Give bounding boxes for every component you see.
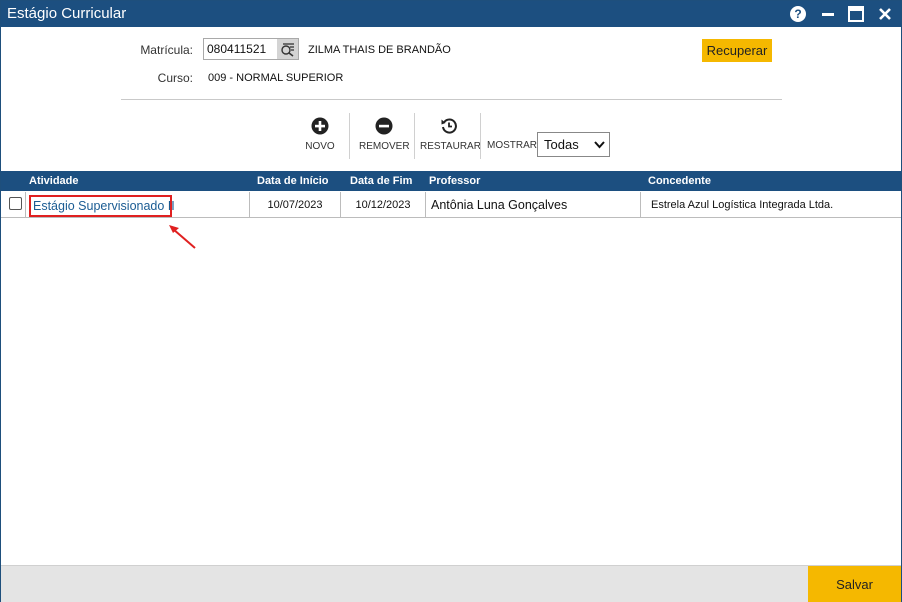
mostrar-value: Todas — [544, 137, 579, 152]
restore-icon — [441, 118, 457, 134]
matricula-field — [203, 38, 299, 60]
concedente-cell: Estrela Azul Logística Integrada Ltda. — [651, 198, 834, 211]
matricula-label: Matrícula: — [140, 43, 193, 57]
maximize-icon[interactable] — [845, 4, 867, 24]
restaurar-button[interactable]: RESTAURAR — [420, 115, 481, 155]
help-symbol: ? — [790, 6, 806, 22]
titlebar: Estágio Curricular ? — [1, 1, 901, 27]
remover-label: REMOVER — [359, 141, 410, 152]
column-concedente[interactable]: Concedente — [648, 175, 711, 187]
window: Estágio Curricular ? Matrícula: ZILMA TH… — [0, 0, 902, 602]
column-data-fim[interactable]: Data de Fim — [350, 175, 412, 187]
annotation-arrow-icon — [169, 225, 196, 249]
minus-circle-icon — [375, 117, 393, 135]
student-name: ZILMA THAIS DE BRANDÃO — [308, 44, 451, 56]
recuperar-button[interactable]: Recuperar — [702, 39, 772, 62]
toolbar-separator — [480, 113, 481, 159]
novo-button[interactable]: NOVO — [301, 115, 339, 155]
restaurar-label: RESTAURAR — [420, 141, 481, 152]
novo-label: NOVO — [305, 141, 335, 152]
window-title: Estágio Curricular — [7, 5, 127, 22]
data-inicio-cell: 10/07/2023 — [250, 192, 341, 217]
column-professor[interactable]: Professor — [429, 175, 480, 187]
lookup-icon[interactable] — [277, 39, 298, 59]
divider — [121, 99, 782, 100]
column-data-inicio[interactable]: Data de Início — [257, 175, 329, 187]
matricula-input[interactable] — [204, 39, 278, 59]
minimize-icon[interactable] — [817, 4, 839, 24]
help-icon[interactable]: ? — [787, 4, 809, 24]
row-checkbox[interactable] — [9, 197, 22, 210]
grid-header: Atividade Data de Início Data de Fim Pro… — [1, 171, 901, 191]
toolbar-separator — [349, 113, 350, 159]
mostrar-label: MOSTRAR: — [487, 140, 540, 151]
data-fim-cell: 10/12/2023 — [341, 192, 426, 217]
toolbar-separator — [414, 113, 415, 159]
salvar-button[interactable]: Salvar — [808, 566, 901, 602]
mostrar-select[interactable]: Todas — [537, 132, 610, 157]
activity-link[interactable]: Estágio Supervisionado II — [29, 195, 175, 217]
remover-button[interactable]: REMOVER — [359, 115, 410, 155]
chevron-down-icon — [594, 141, 605, 149]
plus-circle-icon — [311, 117, 329, 135]
curso-value: 009 - NORMAL SUPERIOR — [208, 72, 344, 84]
footer-bar — [1, 565, 901, 602]
close-icon[interactable] — [874, 4, 896, 24]
professor-cell: Antônia Luna Gonçalves — [426, 192, 641, 217]
column-atividade[interactable]: Atividade — [29, 175, 79, 187]
curso-label: Curso: — [157, 71, 193, 85]
